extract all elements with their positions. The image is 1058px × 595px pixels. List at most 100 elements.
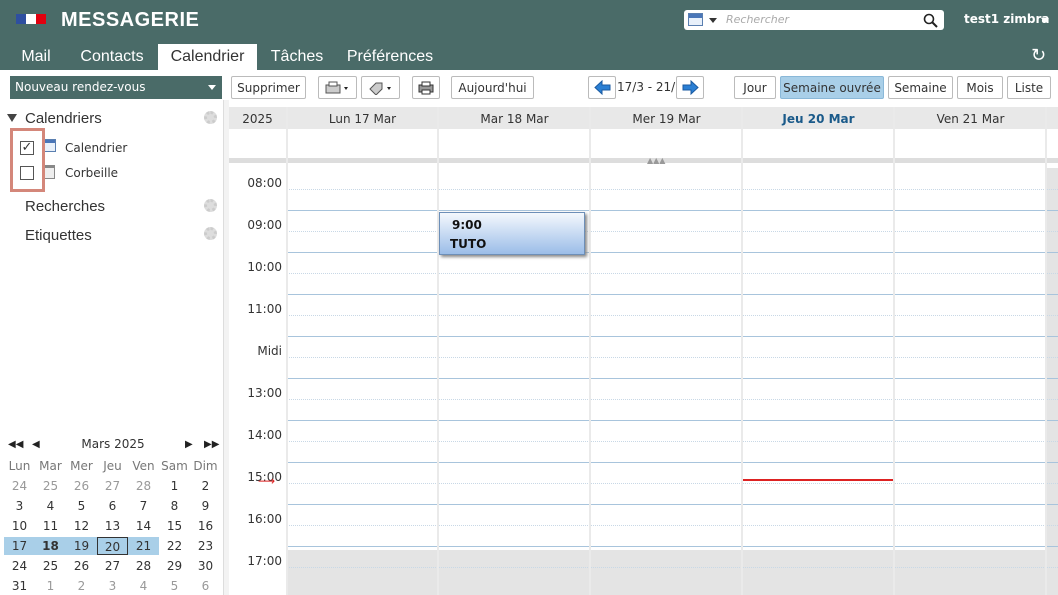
day-header-ven[interactable]: Ven 21 Mar — [894, 107, 1046, 129]
mini-calendar-day[interactable]: 6 — [97, 497, 128, 515]
refresh-icon[interactable]: ↻ — [1031, 45, 1046, 66]
mini-calendar-day[interactable]: 22 — [159, 537, 190, 555]
mini-calendar-day[interactable]: 24 — [4, 557, 35, 575]
next-year-icon[interactable]: ▶▶ — [204, 439, 219, 450]
mini-calendar-day[interactable]: 20 — [97, 537, 128, 555]
print-button[interactable] — [412, 76, 440, 99]
calendar-item-label[interactable]: Calendrier — [65, 141, 127, 155]
print-options-button[interactable] — [318, 76, 357, 99]
mini-calendar-day[interactable]: 1 — [35, 577, 66, 595]
mini-calendar-day[interactable]: 10 — [4, 517, 35, 535]
resize-handle-icon[interactable]: ▲▲▲ — [647, 156, 665, 165]
all-day-cell[interactable] — [894, 129, 1046, 163]
gear-icon[interactable] — [204, 227, 217, 240]
searches-section-title[interactable]: Recherches — [25, 198, 105, 215]
tab-mail[interactable]: Mail — [10, 44, 62, 70]
all-day-cell[interactable] — [438, 129, 590, 163]
mini-calendar-day[interactable]: 2 — [66, 577, 97, 595]
mini-calendar-day[interactable]: 25 — [35, 477, 66, 495]
mini-calendar-day[interactable]: 11 — [35, 517, 66, 535]
mini-calendar-day[interactable]: 17 — [4, 537, 35, 555]
view-week-button[interactable]: Semaine — [888, 76, 953, 99]
mini-calendar-day[interactable]: 6 — [190, 577, 221, 595]
mini-calendar-day[interactable]: 2 — [190, 477, 221, 495]
mini-calendar-day[interactable]: 28 — [128, 557, 159, 575]
collapse-triangle-icon[interactable] — [7, 114, 17, 122]
day-header-lun[interactable]: Lun 17 Mar — [286, 107, 438, 129]
day-header-mar[interactable]: Mar 18 Mar — [438, 107, 590, 129]
all-day-cell[interactable] — [590, 129, 742, 163]
chevron-down-icon[interactable] — [208, 85, 216, 90]
trash-item-label[interactable]: Corbeille — [65, 166, 118, 180]
delete-button[interactable]: Supprimer — [231, 76, 306, 99]
tags-section-title[interactable]: Etiquettes — [25, 227, 92, 244]
previous-week-button[interactable] — [588, 76, 616, 99]
column-divider — [741, 107, 743, 595]
tab-preferences[interactable]: Préférences — [340, 44, 440, 70]
mini-calendar-day[interactable]: 29 — [159, 557, 190, 575]
mini-calendar-day[interactable]: 3 — [4, 497, 35, 515]
mini-calendar-day[interactable]: 9 — [190, 497, 221, 515]
search-icon[interactable] — [923, 13, 938, 28]
day-header-jeu[interactable]: Jeu 20 Mar — [742, 107, 894, 129]
appointment[interactable]: 9:00 TUTO — [439, 212, 585, 255]
view-list-button[interactable]: Liste — [1007, 76, 1051, 99]
mini-calendar-day[interactable]: 26 — [66, 557, 97, 575]
view-workweek-button[interactable]: Semaine ouvrée — [780, 76, 884, 99]
mini-calendar-day[interactable]: 4 — [128, 577, 159, 595]
view-month-button[interactable]: Mois — [957, 76, 1003, 99]
mini-calendar-day[interactable]: 31 — [4, 577, 35, 595]
tag-button[interactable] — [361, 76, 400, 99]
half-hour-line — [286, 483, 1058, 484]
mini-calendar-day[interactable]: 27 — [97, 557, 128, 575]
mini-calendar-day[interactable]: 5 — [159, 577, 190, 595]
search-box[interactable]: Rechercher — [684, 10, 944, 30]
mini-calendar-day[interactable]: 24 — [4, 477, 35, 495]
tab-taches[interactable]: Tâches — [266, 44, 328, 70]
gear-icon[interactable] — [204, 199, 217, 212]
mini-calendar-day[interactable]: 18 — [35, 537, 66, 555]
next-week-button[interactable] — [676, 76, 704, 99]
user-menu[interactable]: test1 zimbra — [964, 12, 1050, 26]
chevron-down-icon[interactable] — [709, 18, 717, 23]
day-name-label: Mar — [39, 459, 62, 473]
all-day-area[interactable] — [229, 129, 1058, 163]
new-appointment-button[interactable]: Nouveau rendez-vous — [10, 76, 222, 99]
day-name-label: Dim — [193, 459, 218, 473]
tab-calendrier[interactable]: Calendrier — [158, 44, 257, 70]
mini-calendar-day[interactable]: 21 — [128, 537, 159, 555]
mini-calendar-day[interactable]: 16 — [190, 517, 221, 535]
next-month-icon[interactable]: ▶ — [185, 439, 193, 450]
date-range: 17/3 - 21/3 — [617, 80, 683, 94]
hour-line — [286, 546, 1058, 547]
view-day-button[interactable]: Jour — [734, 76, 776, 99]
tab-contacts[interactable]: Contacts — [72, 44, 152, 70]
chevron-down-icon[interactable] — [1041, 18, 1049, 23]
mini-calendar-day[interactable]: 5 — [66, 497, 97, 515]
mini-calendar-day[interactable]: 19 — [66, 537, 97, 555]
mini-calendar-day[interactable]: 23 — [190, 537, 221, 555]
all-day-cell[interactable] — [742, 129, 894, 163]
all-day-cell[interactable] — [286, 129, 438, 163]
mini-calendar-day[interactable]: 1 — [159, 477, 190, 495]
mini-calendar-day[interactable]: 15 — [159, 517, 190, 535]
today-button[interactable]: Aujourd'hui — [451, 76, 534, 99]
mini-calendar-day[interactable]: 28 — [128, 477, 159, 495]
calendars-section-title[interactable]: Calendriers — [25, 110, 102, 127]
mini-calendar-day[interactable]: 30 — [190, 557, 221, 575]
mini-calendar-day[interactable]: 14 — [128, 517, 159, 535]
day-header-mer[interactable]: Mer 19 Mar — [590, 107, 742, 129]
calendar-search-type-icon[interactable] — [688, 13, 703, 26]
time-grid[interactable]: 08:00 09:00 10:00 11:00 Midi 13:00 14:00 15:00 1… — [229, 107, 1058, 595]
mini-calendar-day[interactable]: 12 — [66, 517, 97, 535]
gear-icon[interactable] — [204, 111, 217, 124]
mini-calendar-day[interactable]: 27 — [97, 477, 128, 495]
mini-calendar-day[interactable]: 7 — [128, 497, 159, 515]
mini-calendar-day[interactable]: 26 — [66, 477, 97, 495]
mini-calendar-day[interactable]: 8 — [159, 497, 190, 515]
mini-calendar-day[interactable]: 3 — [97, 577, 128, 595]
mini-calendar-day[interactable]: 25 — [35, 557, 66, 575]
search-input[interactable]: Rechercher — [726, 13, 789, 26]
mini-calendar-day[interactable]: 13 — [97, 517, 128, 535]
mini-calendar-day[interactable]: 4 — [35, 497, 66, 515]
